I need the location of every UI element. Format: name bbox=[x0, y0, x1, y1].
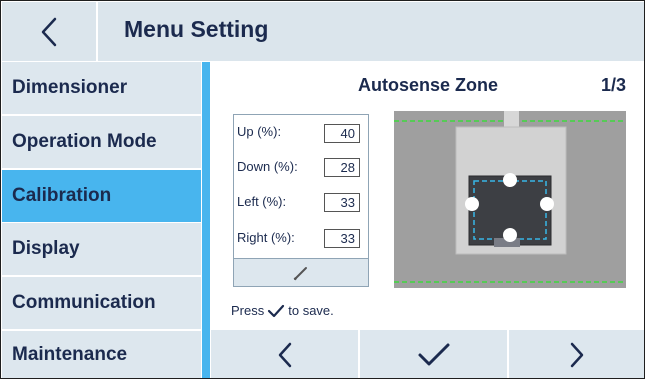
hint-text-after: to save. bbox=[288, 303, 334, 318]
edit-button[interactable] bbox=[233, 258, 369, 287]
zone-preview-image bbox=[394, 111, 626, 288]
sidebar-item-calibration[interactable]: Calibration bbox=[2, 170, 201, 222]
sidebar-item-maintenance[interactable]: Maintenance bbox=[2, 331, 201, 378]
sidebar-item-label: Operation Mode bbox=[12, 131, 157, 152]
previous-button[interactable] bbox=[211, 330, 358, 378]
bottom-nav bbox=[211, 330, 644, 378]
sidebar-item-label: Dimensioner bbox=[12, 77, 128, 98]
sidebar-item-label: Maintenance bbox=[12, 344, 128, 365]
app-frame: Menu Setting Dimensioner Operation Mode … bbox=[0, 0, 645, 379]
left-label: Left (%): bbox=[237, 194, 287, 209]
header-divider bbox=[96, 2, 98, 61]
page-indicator: 1/3 bbox=[601, 75, 627, 95]
scale-diagram bbox=[394, 111, 626, 288]
page-title: Menu Setting bbox=[124, 16, 269, 42]
right-label: Right (%): bbox=[237, 230, 295, 245]
hint-text-before: Press bbox=[231, 303, 265, 318]
up-field[interactable]: 40 bbox=[324, 124, 360, 143]
chevron-right-icon bbox=[570, 342, 584, 367]
down-field[interactable]: 28 bbox=[324, 158, 360, 177]
left-field[interactable]: 33 bbox=[324, 193, 360, 212]
save-hint: Press to save. bbox=[231, 303, 334, 318]
check-icon bbox=[267, 304, 285, 318]
back-button[interactable] bbox=[2, 2, 96, 61]
up-label: Up (%): bbox=[237, 124, 282, 139]
sidebar-item-display[interactable]: Display bbox=[2, 223, 201, 275]
zone-fields-panel: Up (%): 40 Down (%): 28 Left (%): 33 Rig… bbox=[233, 114, 369, 259]
sidebar-item-label: Communication bbox=[12, 292, 156, 313]
section-title: Autosense Zone bbox=[358, 75, 499, 95]
active-section-accent bbox=[202, 62, 210, 378]
save-button[interactable] bbox=[360, 330, 507, 378]
right-field[interactable]: 33 bbox=[324, 229, 360, 248]
pencil-icon bbox=[293, 266, 307, 280]
sidebar-item-operation-mode[interactable]: Operation Mode bbox=[2, 116, 201, 168]
sidebar-item-label: Calibration bbox=[12, 185, 112, 206]
chevron-left-icon bbox=[278, 342, 291, 367]
header-bar: Menu Setting bbox=[2, 2, 644, 61]
next-button[interactable] bbox=[509, 330, 644, 378]
sidebar-item-dimensioner[interactable]: Dimensioner bbox=[2, 62, 201, 114]
chevron-left-icon bbox=[41, 17, 57, 46]
sidebar-item-communication[interactable]: Communication bbox=[2, 277, 201, 329]
sidebar: Dimensioner Operation Mode Calibration D… bbox=[2, 62, 201, 378]
check-icon bbox=[418, 343, 449, 365]
down-label: Down (%): bbox=[237, 159, 298, 174]
sidebar-item-label: Display bbox=[12, 238, 80, 259]
